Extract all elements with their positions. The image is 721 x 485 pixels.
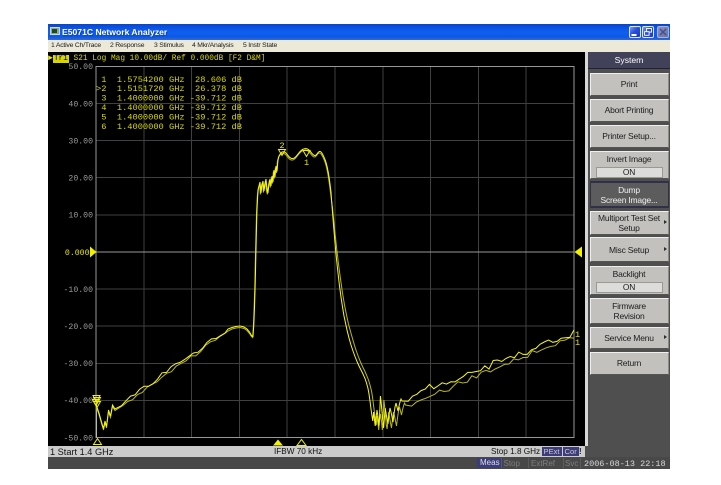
svg-text:-40.00: -40.00 [64,397,94,406]
svg-text:-50.00: -50.00 [64,434,94,443]
svg-text:50.00: 50.00 [68,63,93,72]
svg-text:-10.00: -10.00 [64,286,94,295]
svg-text:10.00: 10.00 [68,212,93,221]
svg-text:1: 1 [304,158,309,168]
svg-text:-20.00: -20.00 [64,323,94,332]
svg-text:6 1.4000000 GHz -39.712 dB: 6 1.4000000 GHz -39.712 dB [96,122,242,132]
svg-text:2: 2 [280,141,285,151]
svg-text:-30.00: -30.00 [64,360,94,369]
svg-text:20.00: 20.00 [68,175,93,184]
svg-text:0.000: 0.000 [65,249,90,258]
svg-text:1: 1 [575,338,580,348]
svg-text:30.00: 30.00 [68,137,93,146]
svg-text:40.00: 40.00 [68,100,93,109]
